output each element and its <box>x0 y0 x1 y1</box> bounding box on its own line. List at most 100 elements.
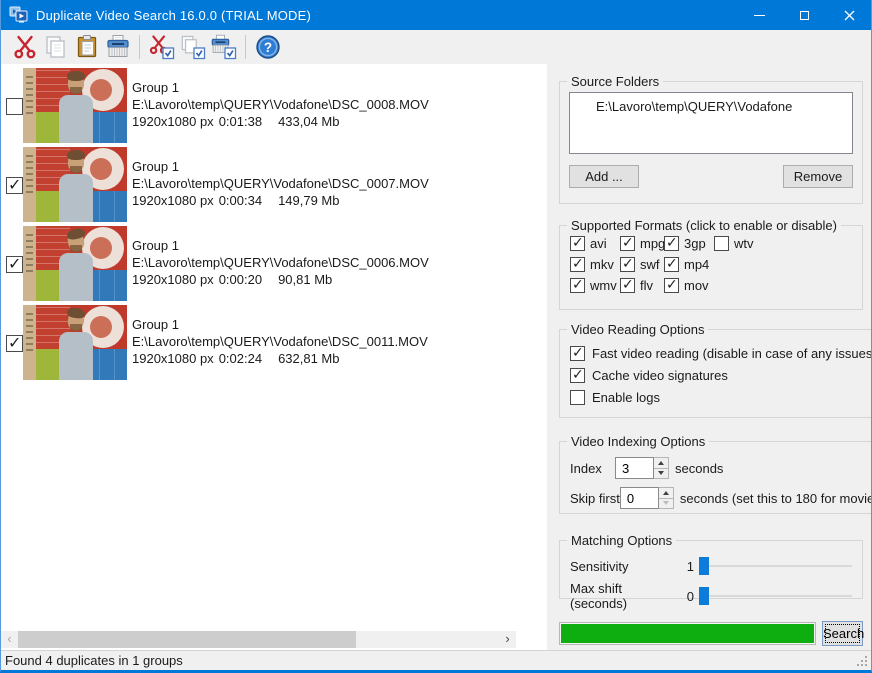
format-mkv[interactable]: mkv <box>570 255 620 272</box>
skip-first-seconds-input[interactable] <box>619 487 659 509</box>
file-size: 149,79 Mb <box>278 193 340 208</box>
folder-listbox[interactable]: E:\Lavoro\temp\QUERY\Vodafone <box>569 92 853 154</box>
maximize-button[interactable] <box>782 0 827 30</box>
help-icon: ? <box>255 35 280 59</box>
video-thumbnail[interactable] <box>23 305 127 380</box>
format-checkbox[interactable] <box>620 276 635 293</box>
sensitivity-slider-thumb[interactable] <box>699 557 709 575</box>
title-bar: Duplicate Video Search 16.0.0 (TRIAL MOD… <box>1 0 871 30</box>
skip-spin-down-button[interactable] <box>658 498 674 509</box>
cut-checked-button[interactable] <box>146 32 177 62</box>
index-spin-down-button[interactable] <box>654 468 669 479</box>
video-indexing-group: Video Indexing Options Index seconds Ski… <box>559 434 871 514</box>
format-3gp[interactable]: 3gp <box>664 234 714 251</box>
copy-checked-icon <box>181 35 206 60</box>
format-flv[interactable]: flv <box>620 276 664 293</box>
resolution: 1920x1080 px <box>132 114 214 129</box>
video-thumbnail[interactable] <box>23 68 127 143</box>
format-checkbox[interactable] <box>664 234 679 251</box>
format-wmv[interactable]: wmv <box>570 276 620 293</box>
video-reading-group: Video Reading Options Fast video reading… <box>559 322 871 418</box>
sensitivity-label: Sensitivity <box>570 558 629 574</box>
duplicates-list: Group 1 E:\Lavoro\temp\QUERY\Vodafone\DS… <box>1 64 547 651</box>
shred-checked-button[interactable] <box>208 32 239 62</box>
option-checkbox[interactable] <box>570 390 585 405</box>
option-checkbox[interactable] <box>570 366 585 383</box>
option-checkbox[interactable] <box>570 344 585 361</box>
matching-options-group: Matching Options Sensitivity 1 Max shift… <box>559 533 863 611</box>
minimize-button[interactable] <box>737 0 782 30</box>
shred-button[interactable] <box>102 32 133 62</box>
search-progress-bar <box>559 622 816 645</box>
index-spin-up-button[interactable] <box>654 457 669 469</box>
format-checkbox[interactable] <box>570 255 585 272</box>
max-shift-slider[interactable] <box>699 587 852 605</box>
group-label: Group 1 <box>132 80 179 95</box>
list-item[interactable]: Group 1 E:\Lavoro\temp\QUERY\Vodafone\DS… <box>1 147 547 226</box>
folder-item[interactable]: E:\Lavoro\temp\QUERY\Vodafone <box>570 93 852 114</box>
option-cache-signatures[interactable]: Cache video signatures <box>570 366 871 383</box>
resize-grip-icon <box>857 664 859 666</box>
duration: 0:00:34 <box>218 193 263 208</box>
format-wtv[interactable]: wtv <box>714 236 862 251</box>
copy-checked-button[interactable] <box>177 32 208 62</box>
format-mov[interactable]: mov <box>664 276 714 293</box>
format-mp4[interactable]: mp4 <box>664 255 714 272</box>
horizontal-scrollbar[interactable]: ‹ › <box>1 631 516 648</box>
row-checkbox[interactable] <box>6 254 23 274</box>
shredder-icon <box>106 35 129 57</box>
skip-first-label: Skip first <box>570 490 620 506</box>
format-avi[interactable]: avi <box>570 234 620 251</box>
list-item[interactable]: Group 1 E:\Lavoro\temp\QUERY\Vodafone\DS… <box>1 305 547 384</box>
skip-spin-up-button[interactable] <box>658 487 674 499</box>
add-folder-button[interactable]: Add ... <box>569 165 639 188</box>
cut-icon <box>13 35 35 59</box>
close-icon <box>844 10 855 20</box>
group-label: Group 1 <box>132 317 179 332</box>
format-checkbox[interactable] <box>664 276 679 293</box>
max-shift-slider-thumb[interactable] <box>699 587 709 605</box>
sensitivity-value: 1 <box>686 558 694 574</box>
row-checkbox[interactable] <box>6 98 23 115</box>
video-thumbnail[interactable] <box>23 226 127 301</box>
help-button[interactable]: ? <box>252 32 283 62</box>
format-swf[interactable]: swf <box>620 255 664 272</box>
format-checkbox[interactable] <box>570 234 585 251</box>
format-mpg[interactable]: mpg <box>620 234 665 251</box>
option-enable-logs[interactable]: Enable logs <box>570 390 871 405</box>
max-shift-label: Max shift (seconds) <box>570 581 628 611</box>
paste-icon <box>77 35 96 58</box>
video-meta: Group 1 E:\Lavoro\temp\QUERY\Vodafone\DS… <box>132 316 428 367</box>
index-seconds-input[interactable] <box>615 457 654 479</box>
file-specs: 1920x1080 px 0:00:20 90,81 Mb <box>132 271 429 288</box>
file-specs: 1920x1080 px 0:01:38 433,04 Mb <box>132 113 429 130</box>
option-fast-video-reading[interactable]: Fast video reading (disable in case of a… <box>570 344 871 361</box>
app-icon <box>9 6 28 23</box>
scrollbar-thumb[interactable] <box>18 631 356 648</box>
row-checkbox[interactable] <box>6 175 23 195</box>
remove-folder-button[interactable]: Remove <box>783 165 853 188</box>
video-thumbnail[interactable] <box>23 147 127 222</box>
close-button[interactable] <box>827 0 871 30</box>
row-checkbox[interactable] <box>6 333 23 353</box>
search-button[interactable]: Search <box>822 621 864 646</box>
format-checkbox[interactable] <box>620 234 635 251</box>
format-checkbox[interactable] <box>664 255 679 272</box>
copy-button[interactable] <box>40 32 71 62</box>
resolution: 1920x1080 px <box>132 351 214 366</box>
source-folders-group: Source Folders E:\Lavoro\temp\QUERY\Voda… <box>559 74 863 204</box>
paste-button[interactable] <box>71 32 102 62</box>
cut-button[interactable] <box>9 32 40 62</box>
supported-formats-title: Supported Formats (click to enable or di… <box>571 218 837 233</box>
format-checkbox[interactable] <box>714 236 729 251</box>
supported-formats-group: Supported Formats (click to enable or di… <box>559 218 863 310</box>
list-item[interactable]: Group 1 E:\Lavoro\temp\QUERY\Vodafone\DS… <box>1 226 547 305</box>
scroll-left-arrow-icon[interactable]: ‹ <box>1 631 18 648</box>
resize-grip[interactable] <box>856 654 869 667</box>
format-checkbox[interactable] <box>620 255 635 272</box>
format-checkbox[interactable] <box>570 276 585 293</box>
list-item[interactable]: Group 1 E:\Lavoro\temp\QUERY\Vodafone\DS… <box>1 68 547 147</box>
scroll-right-arrow-icon[interactable]: › <box>499 631 516 648</box>
sensitivity-slider[interactable] <box>699 557 852 575</box>
shred-checked-icon <box>211 34 237 60</box>
